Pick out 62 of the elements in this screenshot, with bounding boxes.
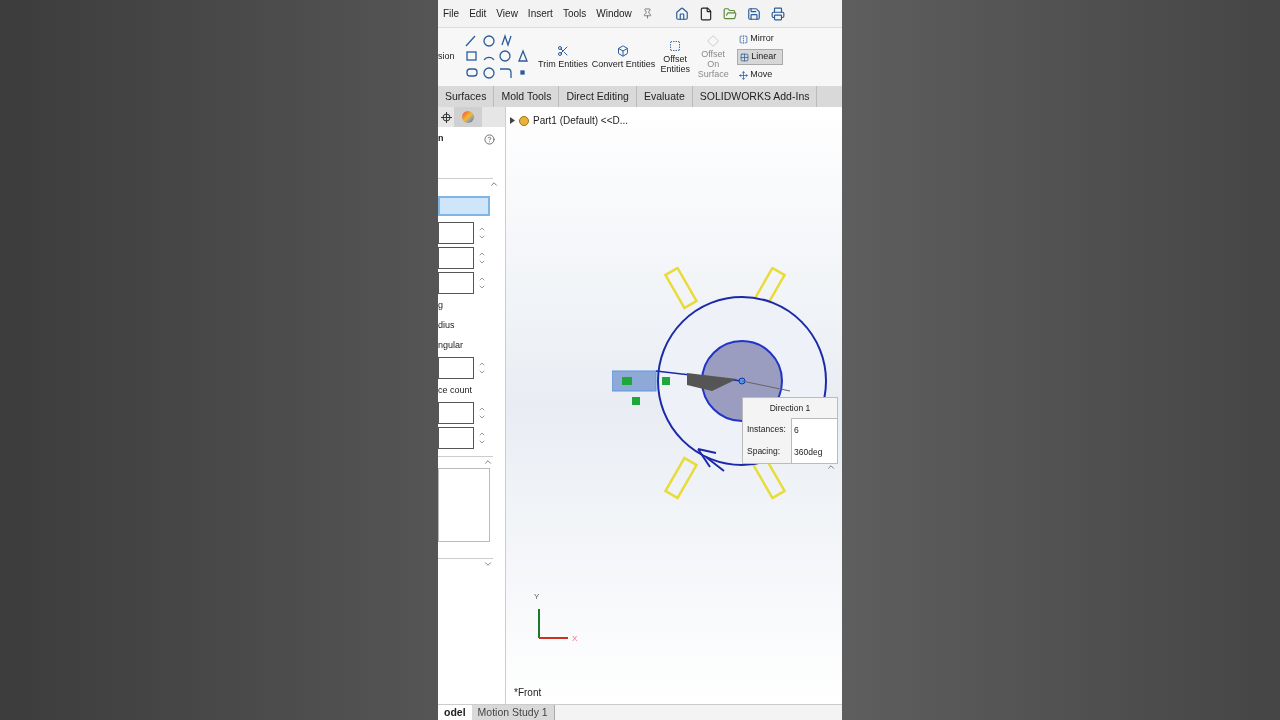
ribbon-button[interactable]: Trim Entities — [536, 45, 590, 69]
bottom-tab[interactable]: Motion Study 1 — [471, 705, 555, 720]
ribbon-button[interactable]: Convert Entities — [589, 45, 658, 69]
input-field[interactable] — [438, 221, 474, 244]
crosshair-icon[interactable] — [440, 111, 452, 123]
expand-icon[interactable] — [483, 559, 493, 569]
input-field[interactable] — [438, 246, 474, 269]
home-icon[interactable] — [674, 6, 689, 21]
collapse-icon[interactable] — [489, 179, 499, 189]
collapse-icon[interactable] — [483, 457, 493, 467]
cube-icon — [617, 45, 630, 57]
diamond-icon — [707, 35, 720, 47]
popup-input-field[interactable]: 6 360deg — [791, 418, 837, 463]
scissors-icon — [556, 45, 569, 57]
collapse-icon[interactable] — [826, 462, 836, 472]
axis-triad-icon — [536, 607, 570, 641]
mirror-icon — [739, 34, 749, 44]
menu-item[interactable]: Insert — [527, 6, 553, 21]
ribbon-button[interactable]: Move — [737, 67, 784, 83]
help-icon[interactable] — [484, 133, 495, 145]
option-label: ce count — [438, 384, 474, 397]
color-wheel-icon[interactable] — [454, 107, 482, 127]
ribbon-button[interactable]: Linear — [737, 49, 784, 65]
input-field[interactable] — [438, 426, 474, 449]
ribbon-label[interactable]: sion — [438, 50, 458, 64]
popup-label: Spacing: — [747, 445, 782, 458]
print-icon[interactable] — [770, 6, 785, 21]
new-file-icon[interactable] — [698, 6, 713, 21]
option-label: dius — [438, 319, 456, 332]
bottom-tab[interactable]: odel — [438, 705, 472, 720]
part-icon — [519, 115, 529, 126]
menu-item[interactable]: View — [496, 6, 518, 21]
list-box[interactable] — [438, 468, 490, 542]
sketch-tools-drawing[interactable] — [464, 33, 530, 81]
input-field[interactable] — [438, 356, 474, 379]
popup-label: Instances: — [747, 423, 787, 436]
offset-square-icon — [669, 40, 682, 52]
menu-item[interactable]: File — [443, 6, 460, 21]
option-label: g — [438, 299, 444, 312]
panel-title: n — [438, 132, 444, 146]
open-folder-icon[interactable] — [722, 6, 737, 21]
input-field[interactable] — [438, 401, 474, 424]
popup-value: 6 — [794, 424, 800, 437]
ribbon-button[interactable]: Mirror — [737, 31, 784, 47]
view-label: *Front — [514, 686, 542, 700]
pin-icon[interactable] — [641, 8, 653, 19]
axis-label: Y — [534, 591, 540, 603]
expand-arrow-icon[interactable] — [510, 117, 515, 124]
menu-item[interactable]: Window — [596, 6, 632, 21]
save-icon[interactable] — [746, 6, 761, 21]
menu-item[interactable]: Edit — [469, 6, 487, 21]
menu-item[interactable]: Tools — [562, 6, 587, 21]
tree-item[interactable]: Part1 (Default) <<D... — [533, 113, 629, 128]
input-field[interactable] — [438, 271, 474, 294]
input-field[interactable] — [438, 195, 490, 216]
popup-value: 360deg — [794, 446, 824, 459]
move-icon — [739, 70, 749, 80]
grid-icon — [740, 52, 750, 62]
ribbon-button[interactable]: Offset Entities — [657, 40, 694, 74]
option-label: ngular — [438, 339, 465, 352]
popup-title: Direction 1 — [768, 402, 812, 415]
axis-label: X — [572, 633, 578, 645]
